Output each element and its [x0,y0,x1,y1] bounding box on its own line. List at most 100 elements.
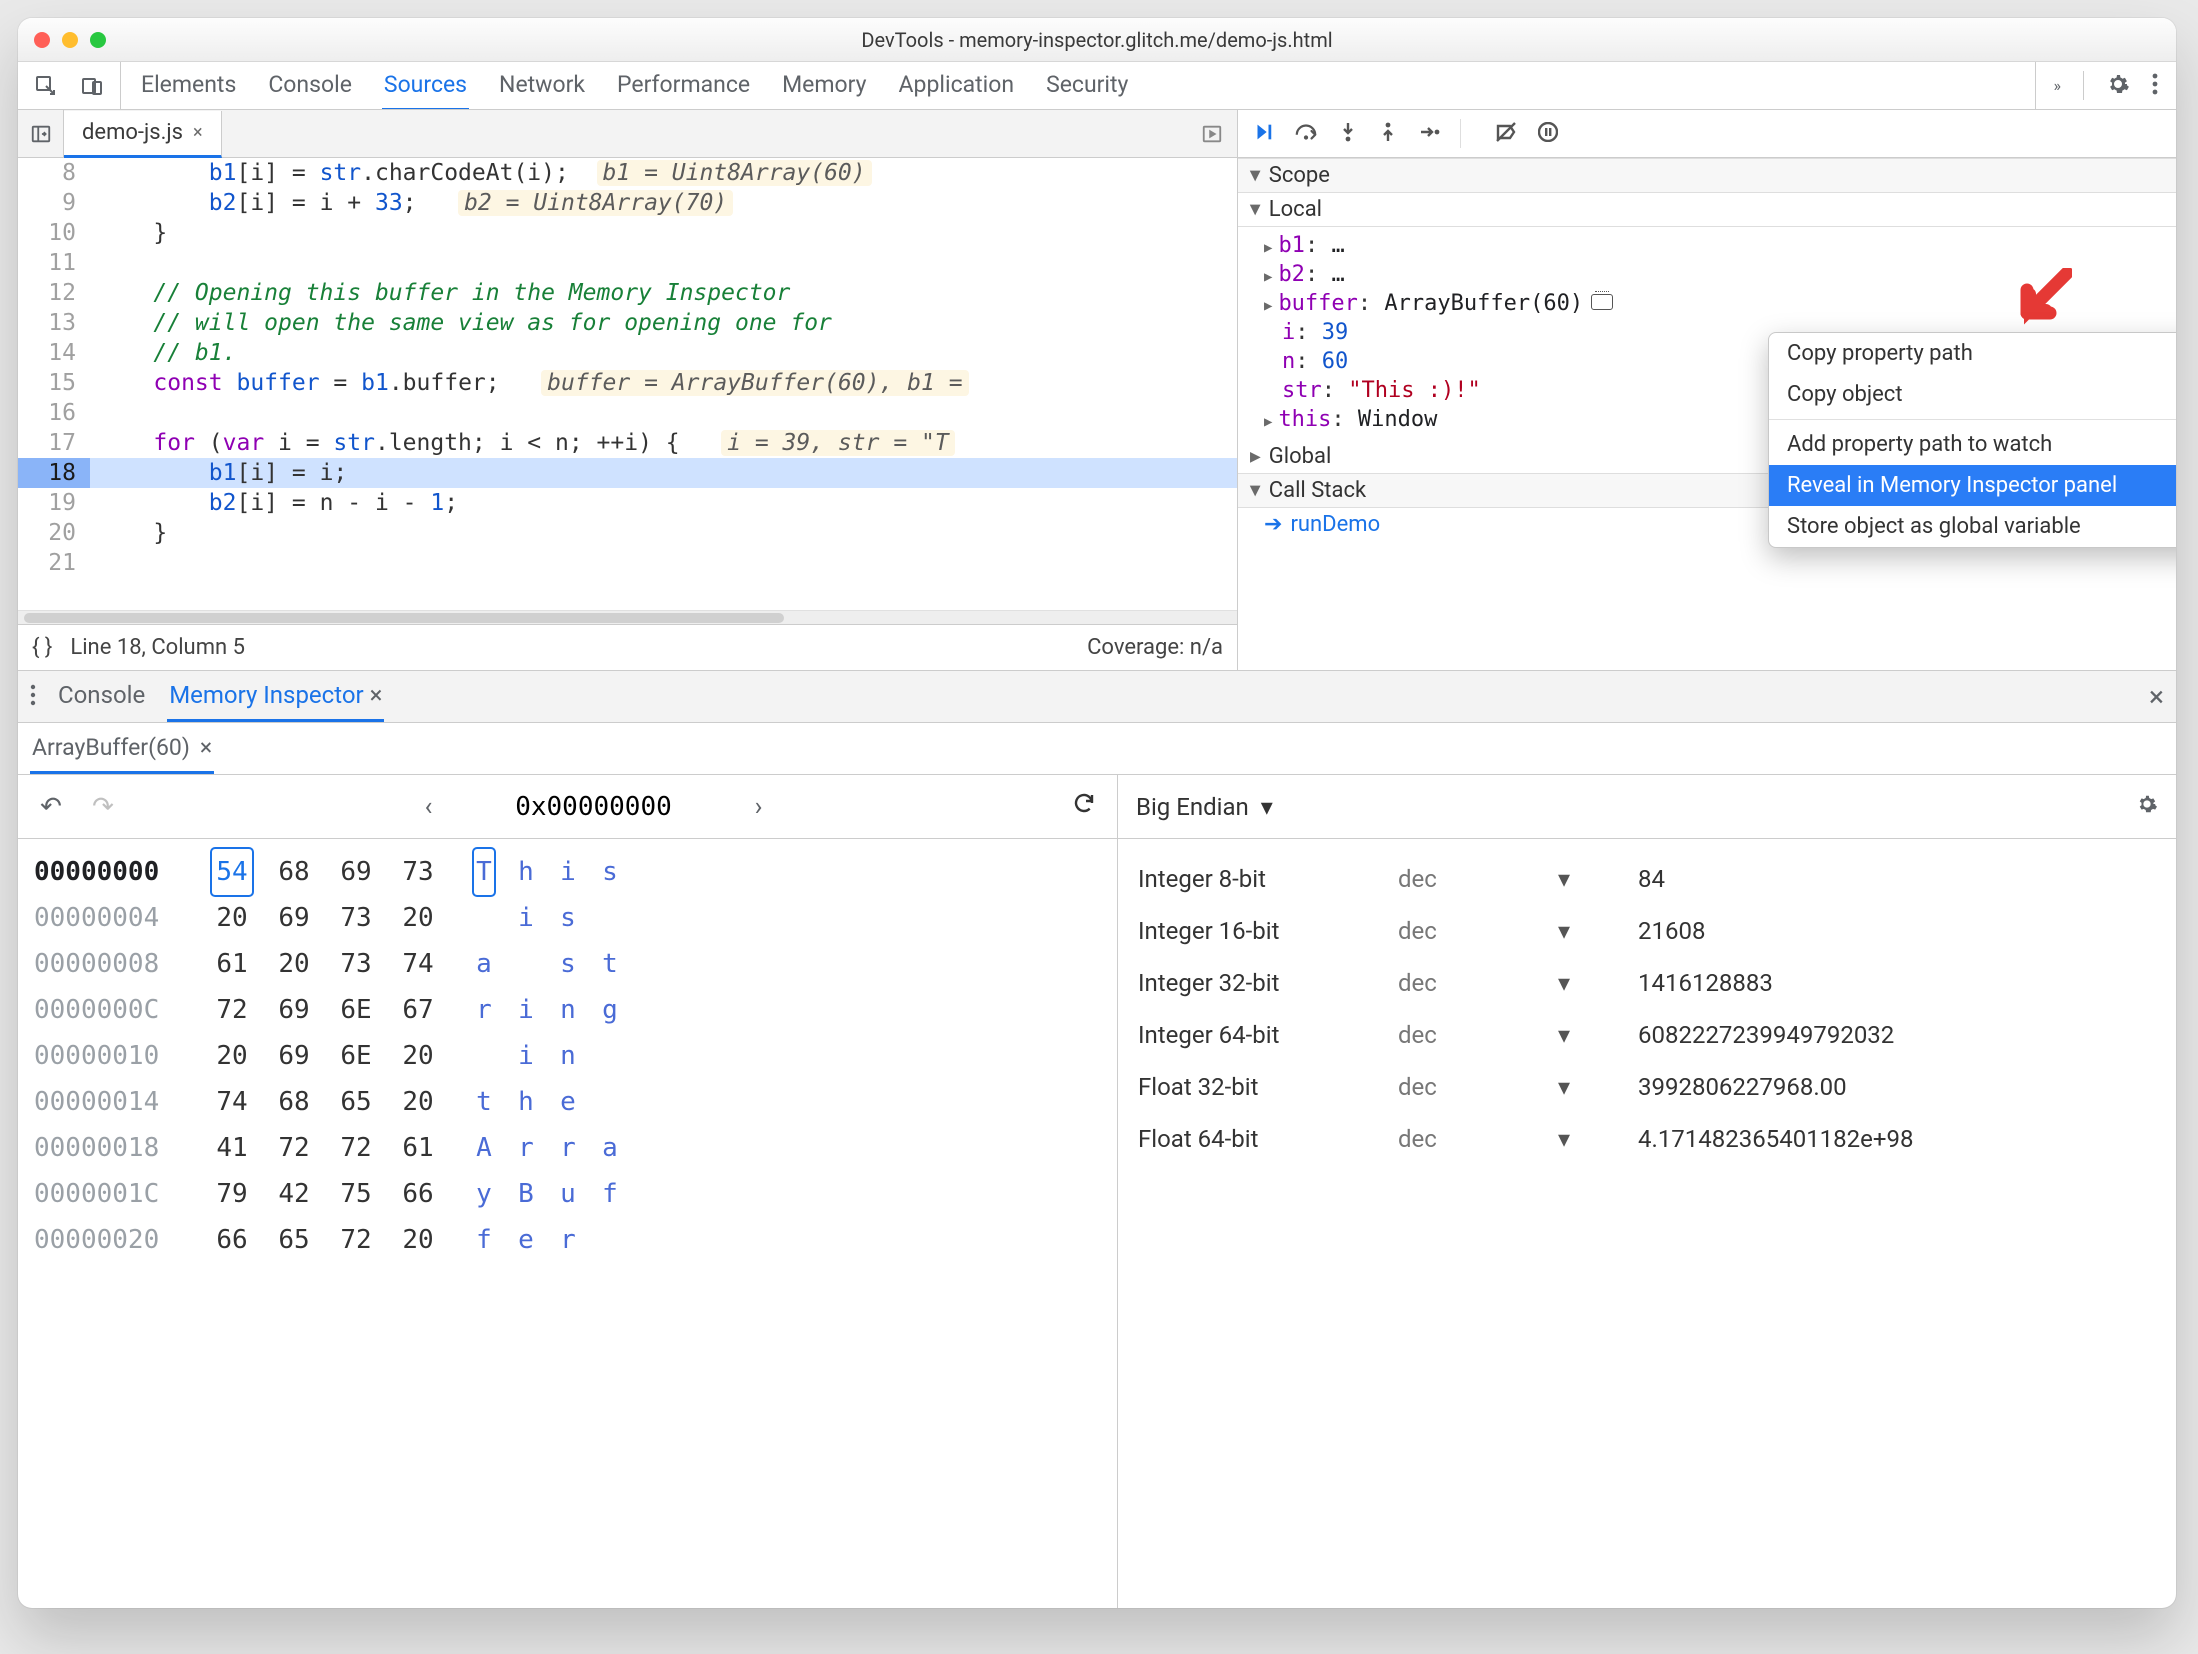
hex-byte[interactable]: 73 [398,849,438,895]
minimize-window-icon[interactable] [62,32,78,48]
device-toolbar-icon[interactable] [78,72,106,100]
snippet-more-icon[interactable] [1187,123,1237,145]
pretty-print-icon[interactable]: { } [32,635,52,660]
hex-byte[interactable]: 74 [212,1079,252,1125]
hex-row[interactable]: 0000001020696E20·in· [34,1033,1101,1079]
code-editor[interactable]: 8 b1[i] = str.charCodeAt(i); b1 = Uint8A… [18,158,1237,610]
base-select[interactable]: dec [1398,1021,1558,1049]
close-tab-icon[interactable]: × [193,122,203,143]
code-line[interactable]: 18 b1[i] = i; [18,458,1237,488]
ascii-char[interactable]: r [474,987,494,1033]
hex-byte[interactable]: 72 [336,1125,376,1171]
code-line[interactable]: 15 const buffer = b1.buffer; buffer = Ar… [18,368,1237,398]
hex-byte[interactable]: 69 [274,895,314,941]
settings-gear-icon[interactable] [2106,72,2130,100]
ascii-char[interactable]: a [600,1125,620,1171]
hex-byte[interactable]: 61 [398,1125,438,1171]
base-select[interactable]: dec [1398,917,1558,945]
ascii-char[interactable]: n [558,1033,578,1079]
ascii-char[interactable]: s [558,941,578,987]
base-select[interactable]: dec [1398,969,1558,997]
hex-byte[interactable]: 66 [212,1217,252,1263]
ascii-char[interactable]: i [516,895,536,941]
context-menu-item[interactable]: Store object as global variable [1769,506,2176,547]
close-tab-icon[interactable]: × [200,734,212,761]
hex-byte[interactable]: 6E [336,987,376,1033]
hex-byte[interactable]: 69 [336,849,376,895]
step-over-icon[interactable] [1294,121,1318,147]
ascii-char[interactable]: a [474,941,494,987]
code-line[interactable]: 17 for (var i = str.length; i < n; ++i) … [18,428,1237,458]
chevron-down-icon[interactable]: ▾ [1558,1125,1638,1153]
hex-byte[interactable]: 41 [212,1125,252,1171]
ascii-char[interactable]: n [558,987,578,1033]
hex-byte[interactable]: 73 [336,895,376,941]
close-tab-icon[interactable]: × [370,681,383,709]
base-select[interactable]: dec [1398,1125,1558,1153]
code-line[interactable]: 8 b1[i] = str.charCodeAt(i); b1 = Uint8A… [18,158,1237,188]
more-vert-icon[interactable] [2152,72,2158,100]
hex-byte[interactable]: 66 [398,1171,438,1217]
hex-row[interactable]: 0000000861207374a·st [34,941,1101,987]
hex-byte[interactable]: 20 [398,895,438,941]
hex-byte[interactable]: 6E [336,1033,376,1079]
chevron-down-icon[interactable]: ▾ [1558,1021,1638,1049]
hex-byte[interactable]: 20 [398,1079,438,1125]
hex-byte[interactable]: 54 [212,849,252,895]
hex-row[interactable]: 0000000420697320·is· [34,895,1101,941]
ascii-char[interactable]: e [516,1217,536,1263]
ascii-char[interactable]: t [474,1079,494,1125]
ascii-char[interactable]: e [558,1079,578,1125]
address-prev-icon[interactable]: ‹ [412,792,446,822]
redo-icon[interactable]: ↷ [86,792,120,822]
zoom-window-icon[interactable] [90,32,106,48]
ascii-char[interactable]: · [600,1079,620,1125]
ascii-char[interactable]: y [474,1171,494,1217]
ascii-char[interactable]: t [600,941,620,987]
chevron-down-icon[interactable]: ▾ [1558,865,1638,893]
hex-byte[interactable]: 42 [274,1171,314,1217]
ascii-char[interactable]: · [600,1217,620,1263]
chevron-down-icon[interactable]: ▾ [1558,1073,1638,1101]
ascii-char[interactable]: i [516,987,536,1033]
ascii-char[interactable]: · [474,895,494,941]
resume-icon[interactable] [1252,121,1274,147]
hex-byte[interactable]: 67 [398,987,438,1033]
code-line[interactable]: 10 } [18,218,1237,248]
settings-gear-icon[interactable] [2136,793,2158,821]
hex-byte[interactable]: 69 [274,1033,314,1079]
scope-variable[interactable]: ▶b1: … [1264,231,2176,260]
deactivate-breakpoints-icon[interactable] [1494,121,1518,147]
ascii-char[interactable]: B [516,1171,536,1217]
hex-row[interactable]: 0000001474686520the· [34,1079,1101,1125]
context-menu-item[interactable]: Copy object [1769,374,2176,415]
hex-byte[interactable]: 20 [212,895,252,941]
scope-header[interactable]: ▶Scope [1238,158,2176,193]
hex-byte[interactable]: 75 [336,1171,376,1217]
ascii-char[interactable]: · [516,941,536,987]
tab-security[interactable]: Security [1044,62,1130,109]
code-line[interactable]: 13 // will open the same view as for ope… [18,308,1237,338]
ascii-char[interactable]: i [558,849,578,895]
hex-row[interactable]: 0000002066657220fer· [34,1217,1101,1263]
more-vert-icon[interactable] [30,683,36,711]
ascii-char[interactable]: f [474,1217,494,1263]
source-file-tab[interactable]: demo-js.js × [64,111,222,158]
editor-scrollbar[interactable] [18,610,1237,624]
ascii-char[interactable]: h [516,849,536,895]
memory-buffer-tab[interactable]: ArrayBuffer(60) × [30,724,214,774]
tab-console[interactable]: Console [266,62,354,109]
hex-row[interactable]: 0000001C79427566yBuf [34,1171,1101,1217]
ascii-char[interactable]: h [516,1079,536,1125]
step-out-icon[interactable] [1378,121,1398,147]
tab-application[interactable]: Application [897,62,1017,109]
code-line[interactable]: 11 [18,248,1237,278]
ascii-char[interactable]: g [600,987,620,1033]
ascii-char[interactable]: · [474,1033,494,1079]
code-line[interactable]: 9 b2[i] = i + 33; b2 = Uint8Array(70) [18,188,1237,218]
ascii-char[interactable]: T [474,849,494,895]
hex-byte[interactable]: 73 [336,941,376,987]
ascii-char[interactable]: A [474,1125,494,1171]
tab-elements[interactable]: Elements [139,62,238,109]
base-select[interactable]: dec [1398,865,1558,893]
